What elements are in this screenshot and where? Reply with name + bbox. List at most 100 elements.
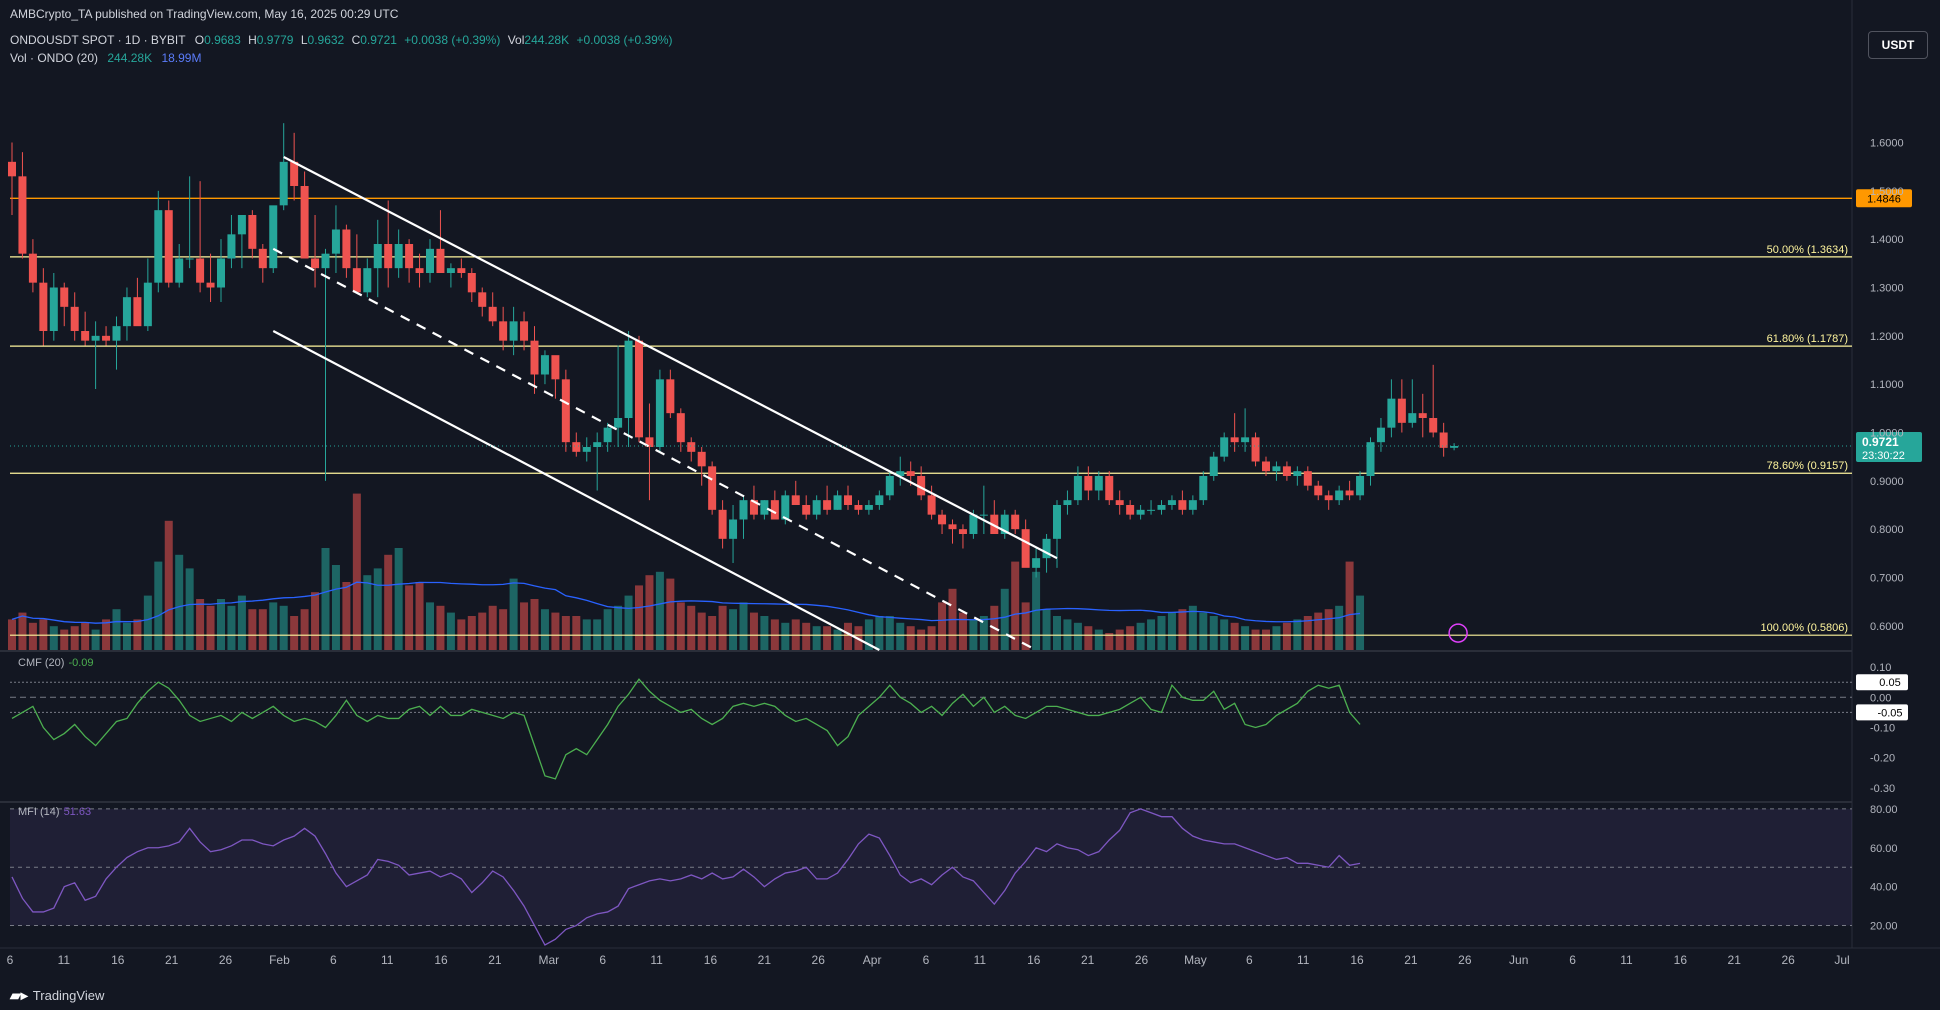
candle-body <box>948 524 957 530</box>
candle-body <box>1011 514 1020 530</box>
cmf-tick: 0.00 <box>1870 692 1891 704</box>
volume-bar <box>436 605 445 650</box>
candle-body <box>718 509 727 539</box>
candle-body <box>551 355 560 380</box>
candle-body <box>540 355 549 375</box>
volume-bar <box>1199 612 1208 650</box>
time-tick: 16 <box>1674 953 1688 967</box>
time-tick: 21 <box>488 953 502 967</box>
price-tick: 0.8000 <box>1870 524 1904 536</box>
candle-body <box>655 379 664 447</box>
time-tick: 6 <box>7 953 14 967</box>
candle-body <box>143 282 152 327</box>
candle-body <box>1105 476 1114 501</box>
time-tick: 21 <box>1404 953 1418 967</box>
candle-body <box>1084 476 1093 491</box>
volume-bar <box>1167 612 1176 650</box>
volume-bar <box>1335 605 1344 650</box>
volume-bar <box>687 605 696 650</box>
candle-body <box>875 495 884 505</box>
replay-icon <box>1448 623 1468 643</box>
cmf-value: -0.09 <box>68 657 94 669</box>
candle-body <box>958 529 967 534</box>
candle-body <box>885 476 894 496</box>
cmf-legend: CMF (20) -0.09 <box>14 657 94 669</box>
candle-body <box>1241 437 1250 443</box>
candle-body <box>28 253 37 283</box>
candle-body <box>405 244 414 269</box>
candle-body <box>1303 471 1312 486</box>
volume-bar <box>1272 626 1281 650</box>
volume-bar <box>676 602 685 650</box>
candle-body <box>509 321 518 341</box>
time-tick: 11 <box>974 953 987 967</box>
volume-bar <box>426 602 434 650</box>
fib-level-label: 50.00% (1.3634) <box>1767 244 1848 256</box>
volume-bar <box>248 609 257 650</box>
price-tick: 1.3000 <box>1870 283 1904 295</box>
volume-bar <box>258 609 267 650</box>
candle-body <box>196 258 205 283</box>
candle-body <box>1251 437 1260 462</box>
brand-name[interactable]: TradingView <box>33 988 105 1003</box>
candle-body <box>1397 398 1406 423</box>
candle-body <box>1094 476 1103 491</box>
candle-body <box>248 215 257 249</box>
volume-bar <box>49 626 58 650</box>
time-tick: 16 <box>1350 953 1364 967</box>
candle-body <box>164 210 173 283</box>
candle-body <box>781 495 790 520</box>
candle-body <box>1376 427 1385 443</box>
volume-bar <box>875 616 884 650</box>
volume-bar <box>279 605 288 650</box>
candle-body <box>269 205 278 269</box>
candle-body <box>812 500 821 515</box>
candle-body <box>1053 505 1061 539</box>
volume-bar <box>28 622 37 650</box>
volume-bar <box>1314 612 1323 650</box>
candle-body <box>384 244 393 269</box>
candle-body <box>770 500 779 520</box>
volume-bar <box>1178 609 1187 650</box>
volume-bar <box>1115 629 1124 650</box>
time-tick: 16 <box>111 953 125 967</box>
time-tick: 6 <box>1246 953 1253 967</box>
volume-bar <box>927 626 936 650</box>
volume-bar <box>833 629 842 650</box>
time-tick: Mar <box>538 953 559 967</box>
candle-body <box>1063 500 1072 505</box>
time-tick: 11 <box>58 953 71 967</box>
time-tick: 6 <box>599 953 606 967</box>
price-tick: 0.9000 <box>1870 476 1904 488</box>
candle-body <box>1073 476 1082 501</box>
candle-body <box>311 258 320 269</box>
volume-bar <box>885 616 894 650</box>
volume-bar <box>1356 595 1365 650</box>
candle-body <box>1324 495 1333 501</box>
candle-body <box>1021 529 1030 568</box>
candle-body <box>582 447 591 452</box>
countdown-label: 23:30:22 <box>1862 450 1905 462</box>
volume-bar <box>60 629 69 650</box>
candle-body <box>676 413 685 443</box>
time-tick: 26 <box>1458 953 1472 967</box>
time-tick: 21 <box>1081 953 1095 967</box>
cmf-line <box>11 678 1361 780</box>
candle-body <box>1262 461 1270 472</box>
candle-body <box>833 495 842 510</box>
candle-body <box>864 505 873 510</box>
candle-body <box>321 253 330 269</box>
candle-body <box>1345 490 1354 496</box>
candle-body <box>394 244 403 269</box>
time-tick: 21 <box>758 953 772 967</box>
candle-body <box>603 427 612 443</box>
candle-body <box>666 379 675 414</box>
time-tick: 26 <box>1135 953 1149 967</box>
candle-body <box>102 335 111 341</box>
price-chart[interactable]: 50.00% (1.3634) 61.80% (1.1787) 78.60% (0.… <box>0 0 1940 1010</box>
volume-bar <box>614 605 623 650</box>
volume-bar <box>488 605 497 650</box>
price-tick: 1.0000 <box>1870 428 1904 440</box>
volume-bar <box>561 616 570 650</box>
candle-body <box>290 161 299 186</box>
